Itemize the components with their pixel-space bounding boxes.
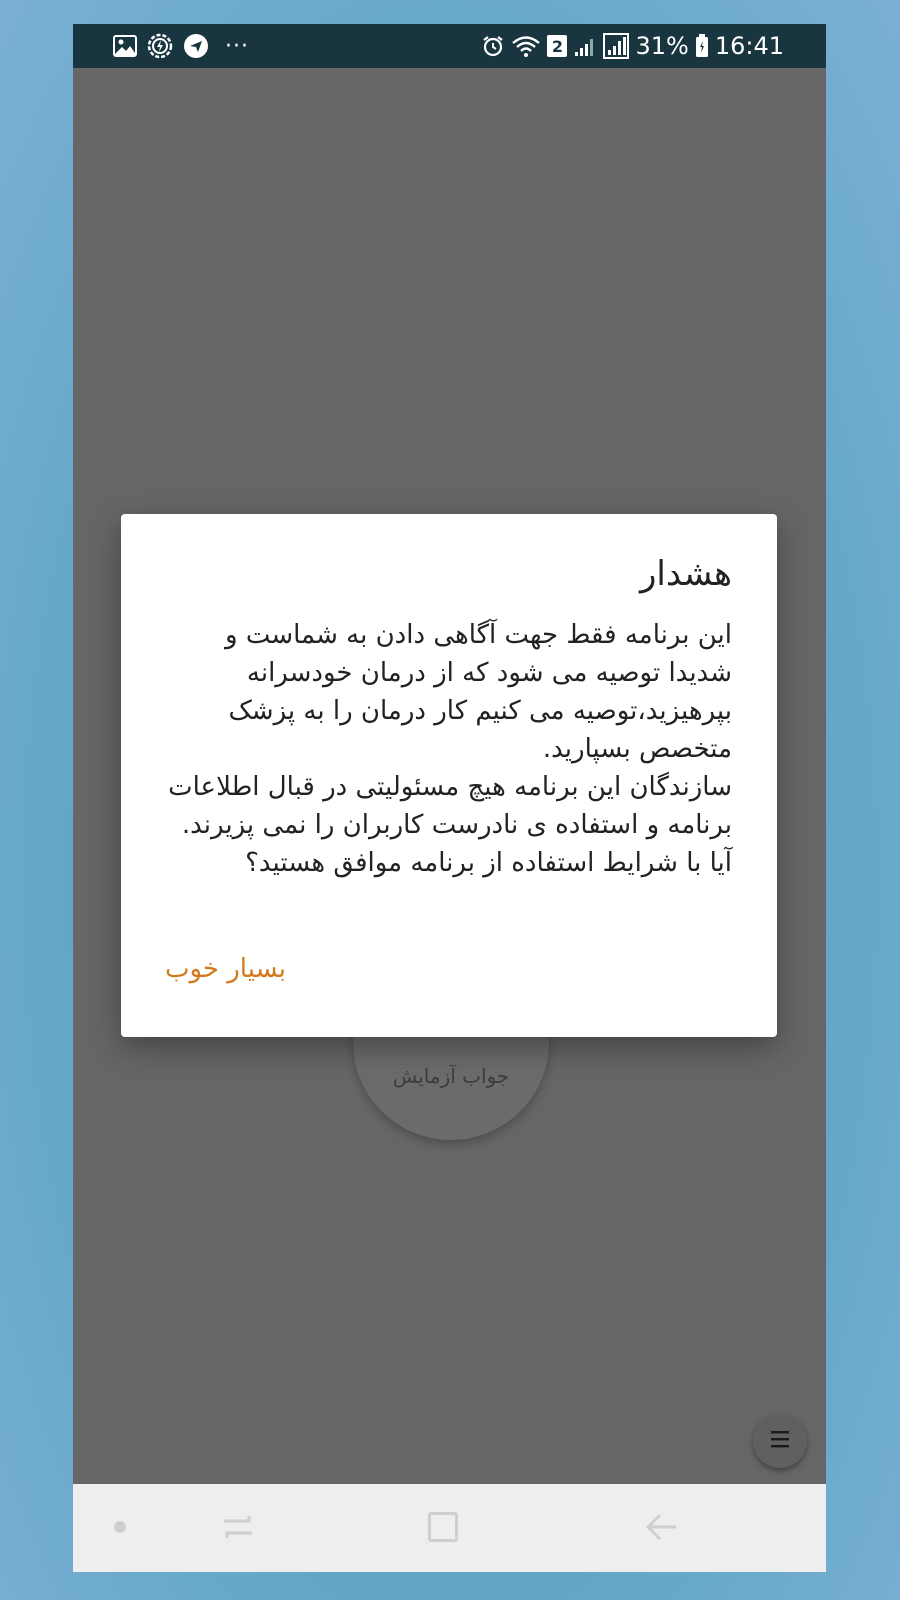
dialog-title: هشدار — [640, 554, 732, 594]
test-result-label: جواب آزمایش — [392, 1064, 510, 1088]
signal-icon — [573, 34, 597, 58]
status-bar-right: 2 31% 16:41 — [481, 24, 784, 68]
warning-dialog: هشدار این برنامه فقط جهت آگاهی دادن به ش… — [121, 514, 777, 1037]
telegram-icon — [183, 33, 209, 59]
sim-badge-icon: 2 — [547, 35, 568, 57]
menu-icon — [769, 1426, 791, 1456]
home-icon[interactable] — [428, 1512, 458, 1542]
alarm-icon — [481, 34, 505, 58]
back-icon[interactable] — [644, 1512, 678, 1546]
battery-percent: 31% — [635, 32, 689, 60]
dialog-message: این برنامه فقط جهت آگاهی دادن به شماست و… — [168, 620, 732, 878]
navigation-bar — [73, 1484, 826, 1572]
ok-button[interactable]: بسیار خوب — [165, 954, 286, 984]
gallery-icon — [113, 35, 137, 57]
battery-icon — [695, 34, 709, 58]
more-notifications-indicator: ··· — [225, 33, 249, 59]
nav-dot-icon[interactable] — [114, 1521, 126, 1533]
status-bar: ··· 2 31% 16:41 — [73, 24, 826, 68]
menu-fab-button[interactable] — [753, 1414, 807, 1468]
recent-apps-icon[interactable] — [221, 1512, 255, 1546]
signal-icon — [603, 33, 630, 59]
wifi-icon — [511, 34, 541, 58]
status-bar-left: ··· — [113, 24, 249, 68]
clock: 16:41 — [714, 32, 784, 60]
data-saver-icon — [147, 33, 173, 59]
